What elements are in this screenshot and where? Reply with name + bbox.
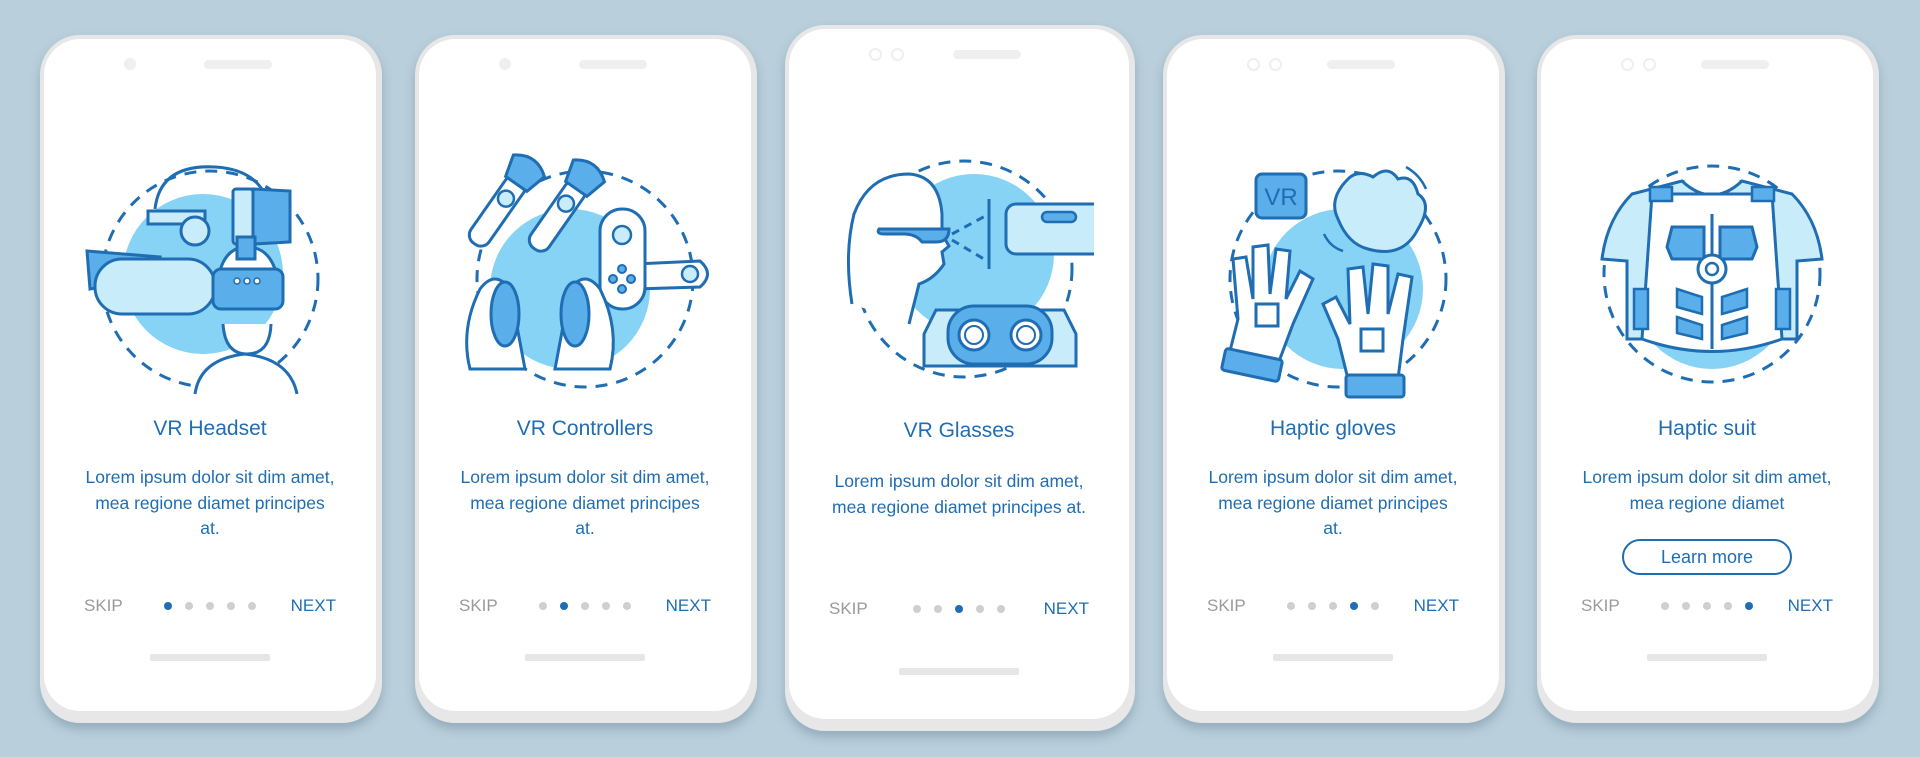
front-camera: [124, 58, 136, 70]
skip-button[interactable]: SKIP: [459, 594, 498, 618]
home-indicator: [1647, 654, 1767, 661]
next-button[interactable]: NEXT: [666, 594, 711, 618]
page-dot-3[interactable]: [955, 605, 963, 613]
screen-description: Lorem ipsum dolor sit dim amet, mea regi…: [460, 467, 710, 538]
home-indicator: [1273, 654, 1393, 661]
page-dot-3[interactable]: [1703, 602, 1711, 610]
haptic-gloves-illustration: VR: [1198, 139, 1468, 409]
page-indicator: [164, 602, 256, 610]
screen-title: VR Headset: [153, 417, 267, 440]
screen-title: VR Controllers: [516, 417, 654, 440]
front-camera: [499, 58, 511, 70]
onboarding-screen-haptic-suit: Haptic suit Lorem ipsum dolor sit dim am…: [1537, 35, 1879, 723]
phone-screen: VR Haptic gloves Lorem ipsum dolor sit d…: [1167, 39, 1499, 711]
page-dot-1[interactable]: [913, 605, 921, 613]
screen-description: Lorem ipsum dolor sit dim amet, mea regi…: [1208, 467, 1458, 538]
page-dot-3[interactable]: [581, 602, 589, 610]
page-dot-5[interactable]: [623, 602, 631, 610]
screen-title: VR Glasses: [903, 419, 1015, 442]
page-dot-5[interactable]: [1371, 602, 1379, 610]
page-dot-2[interactable]: [1682, 602, 1690, 610]
learn-more-button[interactable]: Learn more: [1622, 539, 1792, 575]
onboarding-screen-vr-headset: VR Headset Lorem ipsum dolor sit dim ame…: [40, 35, 382, 723]
page-dot-4[interactable]: [1724, 602, 1732, 610]
page-indicator: [1661, 602, 1753, 610]
vr-glasses-icon: [846, 159, 1094, 379]
page-dot-3[interactable]: [1329, 602, 1337, 610]
onboarding-screen-haptic-gloves: VR Haptic gloves Lorem ipsum dolor sit d…: [1163, 35, 1505, 723]
screen-title: Haptic suit: [1657, 417, 1757, 440]
page-dot-4[interactable]: [1350, 602, 1358, 610]
haptic-gloves-icon: VR: [1220, 165, 1448, 399]
page-dot-3[interactable]: [206, 602, 214, 610]
next-button[interactable]: NEXT: [291, 594, 336, 618]
onboarding-nav: SKIP NEXT: [44, 594, 376, 618]
front-sensor: [1269, 58, 1282, 71]
page-indicator: [913, 605, 1005, 613]
front-sensor: [891, 48, 904, 61]
vr-glasses-illustration: [824, 134, 1094, 404]
next-button[interactable]: NEXT: [1788, 594, 1833, 618]
skip-button[interactable]: SKIP: [1207, 594, 1246, 618]
page-dot-1[interactable]: [539, 602, 547, 610]
phone-screen: Haptic suit Lorem ipsum dolor sit dim am…: [1541, 39, 1873, 711]
page-dot-2[interactable]: [560, 602, 568, 610]
page-dot-2[interactable]: [185, 602, 193, 610]
page-dot-5[interactable]: [248, 602, 256, 610]
page-dot-5[interactable]: [997, 605, 1005, 613]
onboarding-nav: SKIP NEXT: [1541, 594, 1873, 618]
vr-controllers-illustration: [450, 139, 720, 409]
skip-button[interactable]: SKIP: [84, 594, 123, 618]
page-dot-2[interactable]: [934, 605, 942, 613]
next-button[interactable]: NEXT: [1414, 594, 1459, 618]
home-indicator: [899, 668, 1019, 675]
speaker-grille: [204, 60, 272, 69]
home-indicator: [525, 654, 645, 661]
page-dot-4[interactable]: [976, 605, 984, 613]
phone-screen: VR Controllers Lorem ipsum dolor sit dim…: [419, 39, 751, 711]
skip-button[interactable]: SKIP: [1581, 594, 1620, 618]
screen-description: Lorem ipsum dolor sit dim amet, mea regi…: [832, 471, 1086, 517]
page-dot-2[interactable]: [1308, 602, 1316, 610]
page-dot-4[interactable]: [227, 602, 235, 610]
page-dot-1[interactable]: [1287, 602, 1295, 610]
vr-controllers-icon: [465, 153, 709, 389]
vr-headset-illustration: [75, 139, 345, 409]
onboarding-screen-vr-controllers: VR Controllers Lorem ipsum dolor sit dim…: [415, 35, 757, 723]
page-indicator: [1287, 602, 1379, 610]
front-camera: [1247, 58, 1260, 71]
onboarding-nav: SKIP NEXT: [789, 597, 1129, 621]
page-dot-1[interactable]: [164, 602, 172, 610]
haptic-suit-icon: [1600, 164, 1824, 384]
speaker-grille: [1701, 60, 1769, 69]
speaker-grille: [579, 60, 647, 69]
front-camera: [1621, 58, 1634, 71]
onboarding-screen-vr-glasses: VR Glasses Lorem ipsum dolor sit dim ame…: [785, 25, 1135, 731]
screen-description: Lorem ipsum dolor sit dim amet, mea regi…: [1582, 467, 1832, 513]
home-indicator: [150, 654, 270, 661]
vr-badge-label: VR: [1264, 184, 1297, 211]
speaker-grille: [953, 50, 1021, 59]
front-sensor: [1643, 58, 1656, 71]
skip-button[interactable]: SKIP: [829, 597, 868, 621]
screen-title: Haptic gloves: [1269, 417, 1397, 440]
phone-screen: VR Headset Lorem ipsum dolor sit dim ame…: [44, 39, 376, 711]
page-dot-5[interactable]: [1745, 602, 1753, 610]
haptic-suit-illustration: [1572, 139, 1842, 409]
screen-description: Lorem ipsum dolor sit dim amet, mea regi…: [85, 467, 335, 538]
onboarding-nav: SKIP NEXT: [1167, 594, 1499, 618]
page-dot-4[interactable]: [602, 602, 610, 610]
speaker-grille: [1327, 60, 1395, 69]
next-button[interactable]: NEXT: [1044, 597, 1089, 621]
page-dot-1[interactable]: [1661, 602, 1669, 610]
vr-headset-icon: [85, 165, 320, 395]
page-indicator: [539, 602, 631, 610]
onboarding-nav: SKIP NEXT: [419, 594, 751, 618]
front-camera: [869, 48, 882, 61]
phone-screen: VR Glasses Lorem ipsum dolor sit dim ame…: [789, 29, 1129, 719]
